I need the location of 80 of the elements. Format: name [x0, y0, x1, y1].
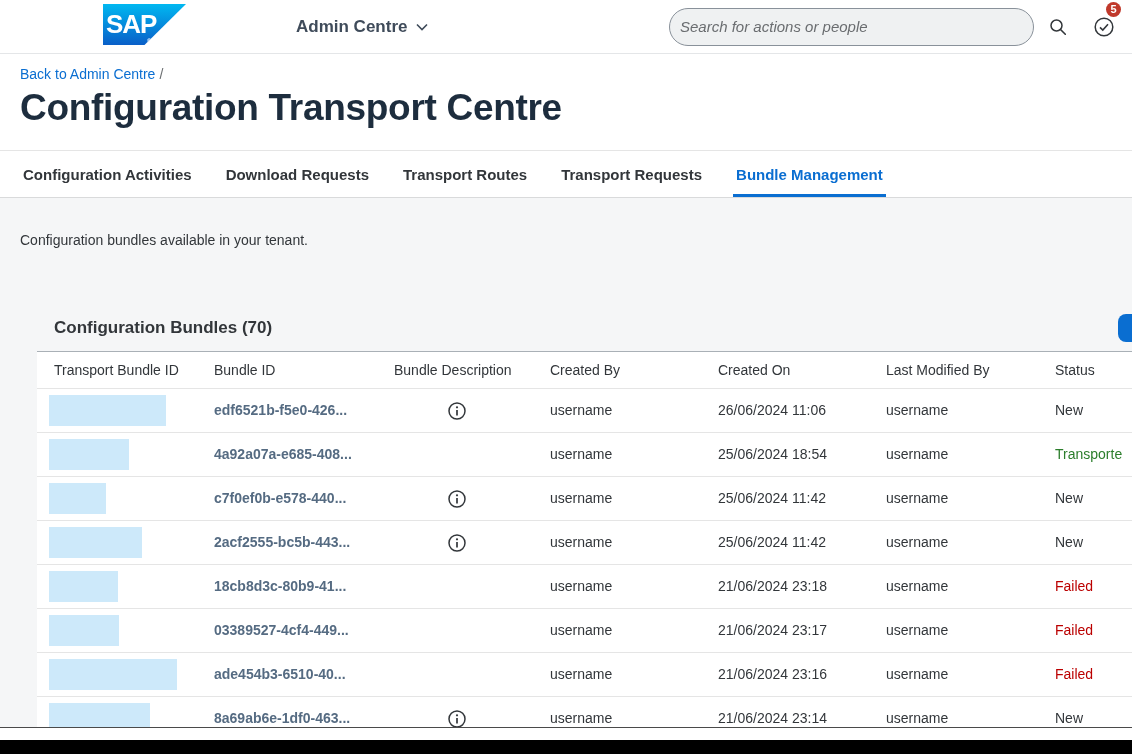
column-header[interactable]: Created On: [718, 362, 886, 378]
table-cell-text: username: [886, 447, 950, 462]
table-cell-text: 25/06/2024 11:42: [718, 535, 827, 550]
table-cell-text: c7f0ef0b-e578-440...: [214, 491, 348, 506]
status-text: Transporte: [1055, 447, 1124, 462]
table-cell-text: username: [550, 711, 614, 726]
table-cell-text: username: [886, 491, 950, 506]
table-row[interactable]: 2acf2555-bc5b-443... username 25/06/2024 11:42 username New: [37, 521, 1132, 565]
search-field[interactable]: Search for actions or people: [669, 7, 1034, 46]
status-text: New: [1055, 711, 1084, 726]
page-title: Configuration Transport Centre: [20, 86, 562, 130]
table-cell-text: username: [886, 667, 950, 682]
column-header[interactable]: Created By: [550, 362, 718, 378]
column-header[interactable]: Bundle Description: [394, 362, 550, 378]
table-row[interactable]: edf6521b-f5e0-426... username 26/06/2024 11:06 username New: [37, 389, 1132, 433]
tab[interactable]: Bundle Management: [733, 151, 886, 197]
status-text: New: [1055, 403, 1084, 418]
toolbar-button[interactable]: [1118, 314, 1132, 342]
table-cell-text: 03389527-4cf4-449...: [214, 623, 350, 638]
table-cell-text: ade454b3-6510-40...: [214, 667, 347, 682]
table-row[interactable]: 4a92a07a-e685-408... username 25/06/2024 18:54 username Transporte: [37, 433, 1132, 477]
breadcrumb-separator: /: [159, 65, 164, 83]
table-cell-text: username: [550, 623, 614, 638]
table-cell-text: username: [550, 491, 614, 506]
table-cell-text: username: [550, 579, 614, 594]
table-cell-text: 4a92a07a-e685-408...: [214, 447, 353, 462]
description-text: Configuration bundles available in your tenant.: [20, 231, 308, 249]
table-cell-text: username: [886, 711, 950, 726]
info-icon[interactable]: [448, 709, 466, 727]
redaction-block: [49, 571, 118, 602]
column-header[interactable]: Status: [1055, 362, 1132, 378]
status-text: Failed: [1055, 579, 1095, 594]
redaction-block: [49, 483, 106, 514]
redaction-block: [49, 615, 119, 646]
table-cell-text: 21/06/2024 23:18: [718, 579, 828, 594]
table-cell-text: 21/06/2024 23:14: [718, 711, 828, 726]
notification-badge: 5: [1106, 1, 1121, 17]
column-header[interactable]: Transport Bundle ID: [37, 362, 214, 378]
table-title: Configuration Bundles (70): [54, 318, 273, 338]
table-cell-text: username: [550, 447, 614, 462]
table-cell-text: 8a69ab6e-1df0-463...: [214, 711, 352, 726]
table-cell-text: username: [886, 403, 950, 418]
search-icon: [1050, 18, 1066, 35]
info-icon[interactable]: [448, 489, 466, 508]
status-text: New: [1055, 535, 1084, 550]
tab[interactable]: Transport Requests: [558, 151, 706, 197]
table-cell-text: 21/06/2024 23:16: [718, 667, 828, 682]
table-row[interactable]: c7f0ef0b-e578-440... username 25/06/2024 11:42 username New: [37, 477, 1132, 521]
app-menu-button[interactable]: Admin Centre: [296, 16, 429, 37]
status-text: New: [1055, 491, 1084, 506]
table-cell-text: 25/06/2024 18:54: [718, 447, 828, 462]
table-cell-text: username: [886, 535, 950, 550]
table-row[interactable]: ade454b3-6510-40... username 21/06/2024 23:16 username Failed: [37, 653, 1132, 697]
table-cell-text: 2acf2555-bc5b-443...: [214, 535, 352, 550]
chevron-down-icon: [416, 22, 429, 31]
column-header[interactable]: Bundle ID: [214, 362, 394, 378]
status-text: Failed: [1055, 623, 1095, 638]
search-button[interactable]: [1050, 18, 1066, 35]
table-cell-text: 26/06/2024 11:06: [718, 403, 827, 418]
tab[interactable]: Download Requests: [222, 151, 372, 197]
tab[interactable]: Configuration Activities: [20, 151, 195, 197]
table-cell-text: 25/06/2024 11:42: [718, 491, 827, 506]
table-row[interactable]: 03389527-4cf4-449... username 21/06/2024 23:17 username Failed: [37, 609, 1132, 653]
table-cell-text: username: [550, 535, 614, 550]
table-cell-text: username: [886, 579, 950, 594]
tab[interactable]: Transport Routes: [400, 151, 531, 197]
table-cell-text: 21/06/2024 23:17: [718, 623, 828, 638]
table-cell-text: username: [550, 403, 614, 418]
table-cell-text: username: [886, 623, 950, 638]
info-icon[interactable]: [448, 533, 466, 552]
info-icon[interactable]: [448, 401, 466, 420]
column-header[interactable]: Last Modified By: [886, 362, 1055, 378]
table-cell-text: 18cb8d3c-80b9-41...: [214, 579, 348, 594]
table-row[interactable]: 8a69ab6e-1df0-463... username 21/06/2024 23:14 username New: [37, 697, 1132, 727]
breadcrumb-link[interactable]: Back to Admin Centre: [20, 65, 156, 83]
check-circle-icon: [1094, 16, 1114, 37]
table-cell-text: username: [550, 667, 614, 682]
status-text: Failed: [1055, 667, 1095, 682]
table-cell-text: edf6521b-f5e0-426...: [214, 403, 349, 418]
table-row[interactable]: 18cb8d3c-80b9-41... username 21/06/2024 23:18 username Failed: [37, 565, 1132, 609]
